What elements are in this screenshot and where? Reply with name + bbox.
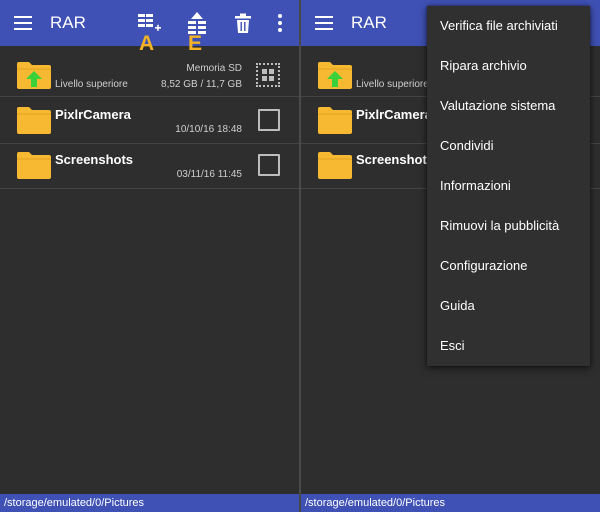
menu-item-remove-ads[interactable]: Rimuovi la pubblicità bbox=[427, 206, 590, 246]
menu-item-share[interactable]: Condividi bbox=[427, 126, 590, 166]
trash-icon[interactable] bbox=[230, 10, 256, 36]
item-name: PixlrCamera bbox=[356, 107, 432, 122]
path-bar: /storage/emulated/0/Pictures bbox=[0, 494, 299, 512]
item-checkbox[interactable] bbox=[258, 109, 280, 131]
item-name: PixlrCamera bbox=[55, 107, 131, 122]
path-bar: /storage/emulated/0/Pictures bbox=[301, 494, 600, 512]
list-item[interactable]: PixlrCamera 10/10/16 18:48 bbox=[0, 97, 299, 144]
storage-name: Memoria SD bbox=[186, 63, 242, 74]
folder-up-icon bbox=[317, 60, 353, 90]
select-all-icon[interactable] bbox=[256, 63, 280, 87]
list-item[interactable]: Screenshots 03/11/16 11:45 bbox=[0, 142, 299, 189]
menu-item-exit[interactable]: Esci bbox=[427, 326, 590, 366]
storage-usage: 8,52 GB / 11,7 GB bbox=[161, 79, 242, 90]
item-date: 10/10/16 18:48 bbox=[175, 124, 242, 135]
overflow-menu-icon[interactable] bbox=[277, 14, 283, 32]
parent-folder-label: Livello superiore bbox=[356, 79, 429, 90]
menu-item-settings[interactable]: Configurazione bbox=[427, 246, 590, 286]
item-checkbox[interactable] bbox=[258, 154, 280, 176]
app-title: RAR bbox=[50, 13, 86, 32]
parent-folder-row[interactable]: Livello superiore Memoria SD 8,52 GB / 1… bbox=[0, 50, 299, 97]
menu-item-benchmark[interactable]: Valutazione sistema bbox=[427, 86, 590, 126]
item-date: 03/11/16 11:45 bbox=[176, 169, 242, 180]
folder-icon bbox=[317, 105, 353, 135]
folder-icon bbox=[16, 105, 52, 135]
parent-folder-label: Livello superiore bbox=[55, 79, 128, 90]
folder-icon bbox=[16, 150, 52, 180]
overflow-dropdown-menu: Verifica file archiviati Ripara archivio… bbox=[427, 6, 590, 366]
menu-item-verify-archives[interactable]: Verifica file archiviati bbox=[427, 6, 590, 46]
menu-item-help[interactable]: Guida bbox=[427, 286, 590, 326]
hamburger-menu-icon[interactable] bbox=[14, 16, 32, 30]
hamburger-menu-icon[interactable] bbox=[315, 16, 333, 30]
item-name: Screenshots bbox=[356, 152, 435, 167]
app-title: RAR bbox=[351, 13, 387, 32]
folder-icon bbox=[317, 150, 353, 180]
folder-up-icon bbox=[16, 60, 52, 90]
item-name: Screenshots bbox=[55, 152, 134, 167]
left-panel: RAR A E Livello superiore Memoria SD 8,5… bbox=[0, 0, 299, 512]
menu-item-repair-archive[interactable]: Ripara archivio bbox=[427, 46, 590, 86]
menu-item-about[interactable]: Informazioni bbox=[427, 166, 590, 206]
